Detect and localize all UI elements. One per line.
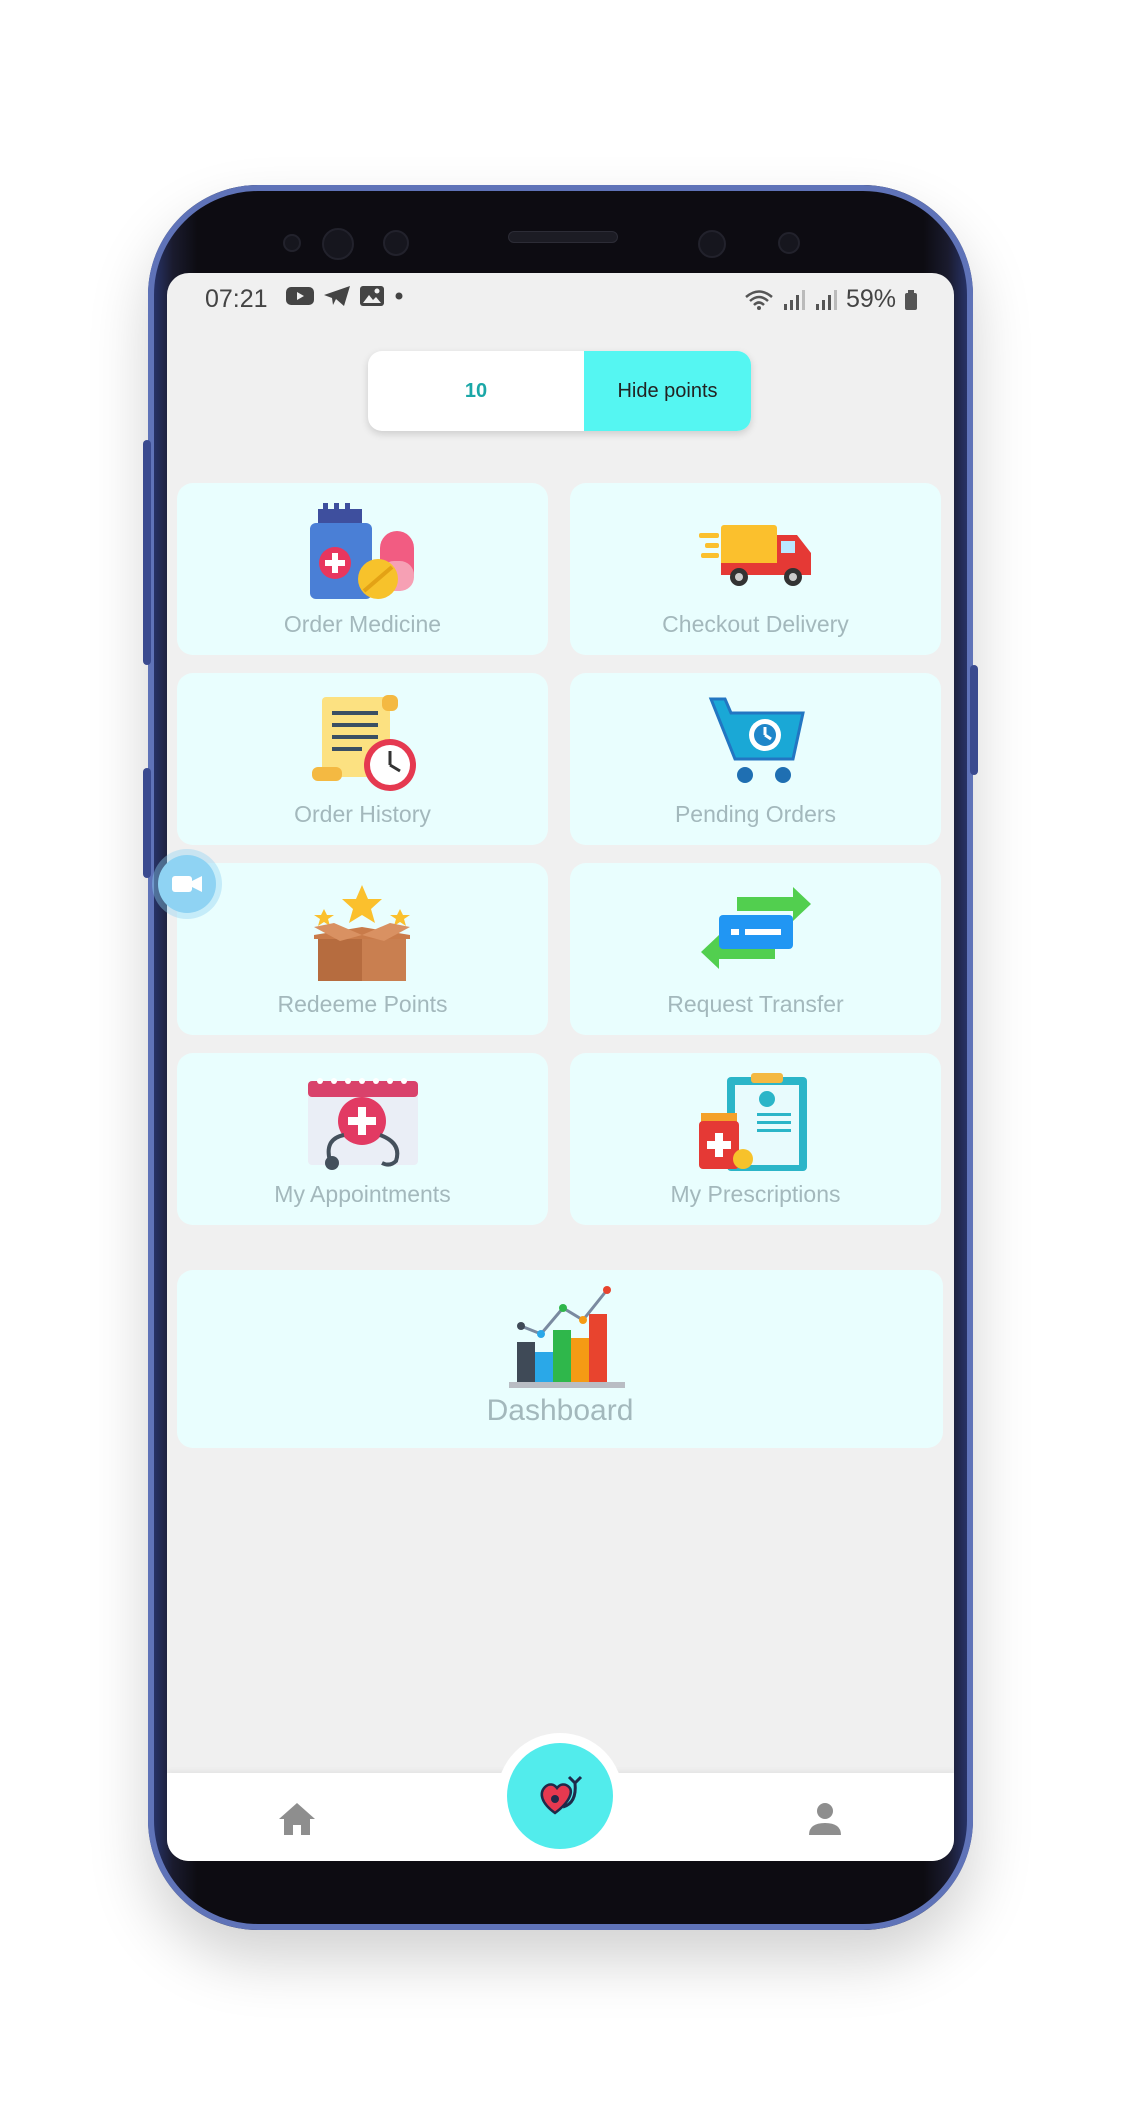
- wifi-icon: [745, 289, 773, 310]
- battery-icon: [905, 289, 917, 310]
- transfer-arrows-icon: [701, 887, 811, 969]
- battery-percent: 59%: [845, 285, 896, 313]
- dashboard-tile[interactable]: Dashboard: [177, 1270, 943, 1448]
- status-time: 07:21: [205, 285, 268, 313]
- tile-label: Checkout Delivery: [662, 611, 849, 637]
- points-widget: 10 Hide points: [368, 351, 751, 431]
- system-indicators: 59%: [744, 285, 918, 314]
- front-camera: [322, 228, 354, 260]
- tile-label: Pending Orders: [674, 801, 837, 827]
- tile-label: Request Transfer: [667, 991, 844, 1017]
- shopping-cart-clock-icon: [708, 697, 805, 783]
- iris-camera: [698, 230, 726, 258]
- prescription-clipboard-icon: [699, 1073, 807, 1171]
- status-bar: 07:21 59%: [167, 273, 954, 325]
- tile-label: My Appointments: [274, 1181, 451, 1207]
- volume-button: [143, 440, 151, 665]
- signal-icon-2: [815, 289, 837, 310]
- profile-icon[interactable]: [805, 1801, 845, 1837]
- order-medicine-tile[interactable]: Order Medicine: [177, 483, 548, 655]
- app-screen: 07:21 59% 10 Hide points Order Medicine …: [167, 273, 954, 1861]
- tile-label: Order Medicine: [283, 611, 442, 637]
- calendar-medical-icon: [308, 1078, 418, 1170]
- my-appointments-tile[interactable]: My Appointments: [177, 1053, 548, 1225]
- checkout-delivery-tile[interactable]: Checkout Delivery: [570, 483, 941, 655]
- heart-stethoscope-icon: [540, 1775, 583, 1815]
- home-icon[interactable]: [277, 1801, 317, 1837]
- telegram-icon: [324, 286, 350, 306]
- iris-sensor: [383, 230, 409, 256]
- notification-icons: [285, 285, 405, 307]
- video-camera-icon: [172, 876, 202, 892]
- bar-chart-icon: [509, 1286, 625, 1388]
- reward-box-icon: [314, 885, 410, 981]
- hide-points-button[interactable]: Hide points: [584, 351, 751, 431]
- gallery-icon: [360, 286, 384, 306]
- center-action-button[interactable]: [507, 1743, 613, 1849]
- bixby-button: [143, 768, 151, 878]
- earpiece-speaker: [508, 231, 618, 243]
- delivery-truck-icon: [699, 525, 811, 586]
- tile-label: Redeeme Points: [277, 991, 448, 1017]
- power-button: [970, 665, 978, 775]
- pending-orders-tile[interactable]: Pending Orders: [570, 673, 941, 845]
- order-history-icon: [312, 695, 416, 791]
- floating-camera-button[interactable]: [158, 855, 216, 913]
- order-history-tile[interactable]: Order History: [177, 673, 548, 845]
- medicine-bottle-icon: [310, 503, 414, 599]
- dashboard-label: Dashboard: [486, 1394, 634, 1427]
- signal-icon: [783, 289, 805, 310]
- redeem-points-tile[interactable]: Redeeme Points: [177, 863, 548, 1035]
- proximity-sensor: [778, 232, 800, 254]
- youtube-icon: [286, 287, 314, 305]
- request-transfer-tile[interactable]: Request Transfer: [570, 863, 941, 1035]
- tile-label: My Prescriptions: [670, 1181, 841, 1207]
- dot-icon: [395, 292, 403, 300]
- my-prescriptions-tile[interactable]: My Prescriptions: [570, 1053, 941, 1225]
- sensor-dot: [283, 234, 301, 252]
- points-value: 10: [464, 380, 488, 402]
- tile-label: Order History: [294, 801, 431, 827]
